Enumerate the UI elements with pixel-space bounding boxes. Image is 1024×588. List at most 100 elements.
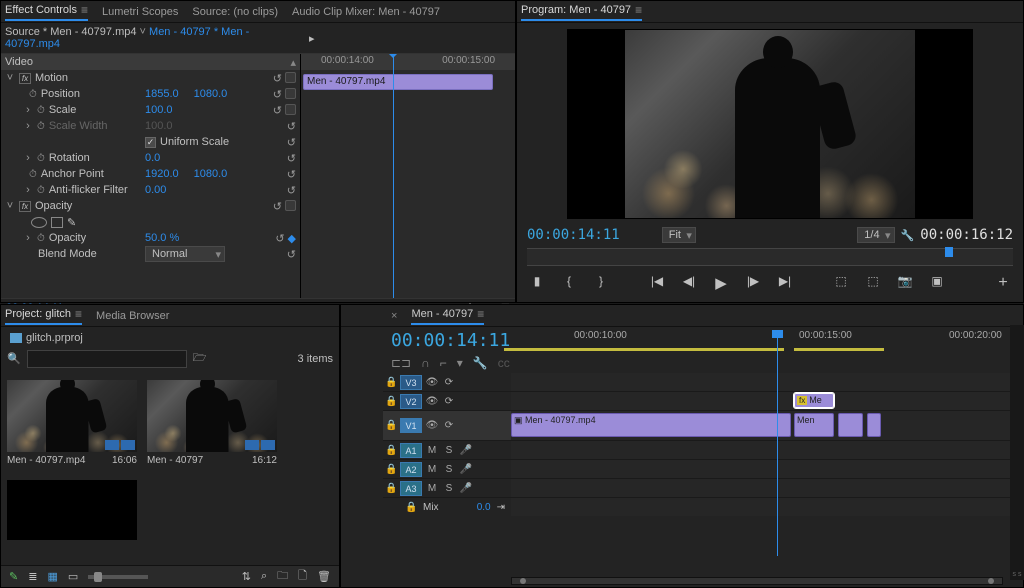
fx-badge[interactable]: fx — [19, 201, 31, 212]
tab-program[interactable]: Program: Men - 40797 — [521, 3, 642, 21]
step-forward-button[interactable]: |▶ — [744, 274, 762, 292]
track-mix[interactable]: Mix — [423, 502, 439, 513]
reset-icon[interactable] — [287, 168, 296, 181]
mute-button[interactable]: M — [425, 464, 439, 475]
anchor-y[interactable]: 1080.0 — [194, 168, 228, 180]
stopwatch-icon[interactable] — [37, 185, 45, 196]
lock-icon[interactable]: 🔒 — [385, 377, 397, 388]
clip-v1-main[interactable]: ▣ Men - 40797.mp4 — [511, 413, 791, 437]
program-scrubber[interactable] — [527, 248, 1013, 266]
solo-button[interactable]: S — [442, 464, 456, 475]
linked-selection-icon[interactable]: ⌐ — [440, 356, 447, 370]
lock-icon[interactable]: 🔒 — [385, 483, 397, 494]
nested-icon[interactable]: ⊏⊐ — [391, 356, 411, 370]
mark-out-button[interactable]: } — [592, 274, 610, 292]
reset-icon[interactable] — [275, 232, 284, 245]
keyframe-nav[interactable] — [285, 88, 296, 99]
ellipse-mask-icon[interactable] — [31, 217, 47, 228]
resolution-dropdown[interactable]: 1/4 — [857, 227, 894, 243]
playhead-marker[interactable] — [945, 247, 953, 257]
reset-icon[interactable] — [287, 184, 296, 197]
clip-v1-b[interactable]: Men — [794, 413, 834, 437]
audio-meter[interactable]: s s — [1010, 325, 1024, 580]
snap-icon[interactable]: ∩ — [421, 356, 430, 370]
lift-button[interactable]: ⬚ — [832, 274, 850, 292]
timeline-ruler[interactable]: 00:00:10:00 00:00:15:00 00:00:20:00 — [504, 330, 1015, 346]
clip-v1-d[interactable] — [867, 413, 881, 437]
extract-button[interactable]: ⬚ — [864, 274, 882, 292]
chevron-right-icon[interactable]: › — [23, 104, 33, 116]
lock-icon[interactable]: 🔒 — [385, 420, 397, 431]
mark-in-button[interactable]: { — [560, 274, 578, 292]
ec-playhead[interactable] — [393, 54, 394, 298]
step-back-button[interactable]: ◀| — [680, 274, 698, 292]
thumb-size-slider[interactable] — [88, 575, 148, 579]
fx-badge[interactable]: fx — [19, 73, 31, 84]
track-a2[interactable]: A2 — [400, 462, 422, 477]
go-to-out-button[interactable]: ▶| — [776, 274, 794, 292]
hamburger-icon[interactable] — [635, 3, 642, 17]
blend-mode-dropdown[interactable]: Normal — [145, 246, 225, 262]
keyframe-nav[interactable] — [285, 104, 296, 115]
write-icon[interactable]: ✎ — [9, 570, 18, 583]
new-item-icon[interactable]: 🗋 — [298, 567, 307, 586]
hamburger-icon[interactable] — [81, 3, 88, 17]
anchor-x[interactable]: 1920.0 — [145, 168, 179, 180]
hamburger-icon[interactable] — [75, 307, 82, 321]
uniform-scale-checkbox[interactable] — [145, 137, 156, 148]
freeform-view-icon[interactable]: ▭ — [68, 570, 78, 583]
tab-source[interactable]: Source: (no clips) — [192, 6, 278, 18]
add-marker-button[interactable]: ▮ — [528, 274, 546, 292]
stopwatch-icon[interactable] — [37, 233, 45, 244]
chevron-right-icon[interactable]: › — [23, 152, 33, 164]
new-bin-icon[interactable]: 🗀 — [277, 567, 288, 586]
reset-icon[interactable] — [273, 200, 282, 213]
button-editor[interactable]: + — [994, 274, 1012, 292]
track-v3[interactable]: V3 — [400, 375, 422, 390]
mute-button[interactable]: M — [425, 483, 439, 494]
timeline-h-scrollbar[interactable] — [511, 577, 1003, 585]
ec-clip-bar[interactable]: Men - 40797.mp4 — [303, 74, 493, 90]
tab-effect-controls[interactable]: Effect Controls — [5, 3, 88, 21]
clip-v2[interactable]: fxMe — [794, 393, 834, 408]
marker-icon[interactable]: ▾ — [457, 356, 463, 370]
eye-icon[interactable]: 👁 — [425, 396, 439, 407]
tab-media-browser[interactable]: Media Browser — [96, 310, 169, 322]
project-item[interactable]: Men - 4079716:12 — [147, 380, 277, 466]
ec-keyframe-column[interactable]: 00:00:14:00 00:00:15:00 Men - 40797.mp4 — [301, 54, 515, 298]
reset-icon[interactable] — [287, 152, 296, 165]
opacity-value[interactable]: 50.0 % — [145, 232, 179, 244]
chevron-down-icon[interactable]: ˅ — [140, 26, 146, 38]
program-view[interactable] — [567, 29, 973, 219]
lock-icon[interactable]: 🔒 — [385, 464, 397, 475]
timeline-content[interactable]: fxMe ▣ Men - 40797.mp4 Men — [511, 373, 1023, 516]
position-y[interactable]: 1080.0 — [194, 88, 228, 100]
play-button[interactable]: ▶ — [712, 274, 730, 292]
eye-icon[interactable]: 👁 — [425, 377, 439, 388]
find-icon[interactable]: ⌕ — [261, 570, 267, 583]
stopwatch-icon[interactable] — [29, 89, 37, 100]
collapse-icon[interactable]: ⇥ — [497, 502, 505, 513]
position-x[interactable]: 1855.0 — [145, 88, 179, 100]
eye-icon[interactable]: 👁 — [425, 420, 439, 431]
solo-button[interactable]: S — [442, 445, 456, 456]
project-item-black[interactable] — [7, 480, 137, 540]
timeline-playhead[interactable] — [777, 330, 778, 556]
stopwatch-icon[interactable] — [37, 105, 45, 116]
tab-lumetri-scopes[interactable]: Lumetri Scopes — [102, 6, 178, 18]
comparison-button[interactable]: ▣ — [928, 274, 946, 292]
work-area-bar[interactable] — [504, 348, 784, 351]
track-a3[interactable]: A3 — [400, 481, 422, 496]
chevron-right-icon[interactable]: › — [23, 232, 33, 244]
reset-icon[interactable] — [273, 72, 282, 85]
filter-bin-icon[interactable]: 🗁 — [193, 349, 207, 368]
cc-icon[interactable]: cc — [498, 356, 510, 370]
project-item[interactable]: Men - 40797.mp416:06 — [7, 380, 137, 466]
collapse-toggle[interactable]: ˅ — [5, 200, 15, 212]
go-to-in-button[interactable]: |◀ — [648, 274, 666, 292]
pen-mask-icon[interactable]: ✎ — [67, 216, 76, 229]
solo-button[interactable]: S — [442, 483, 456, 494]
antiflicker-value[interactable]: 0.00 — [145, 184, 173, 196]
voiceover-icon[interactable]: 🎤 — [459, 464, 473, 475]
track-output-icon[interactable]: ⟳ — [442, 377, 456, 388]
